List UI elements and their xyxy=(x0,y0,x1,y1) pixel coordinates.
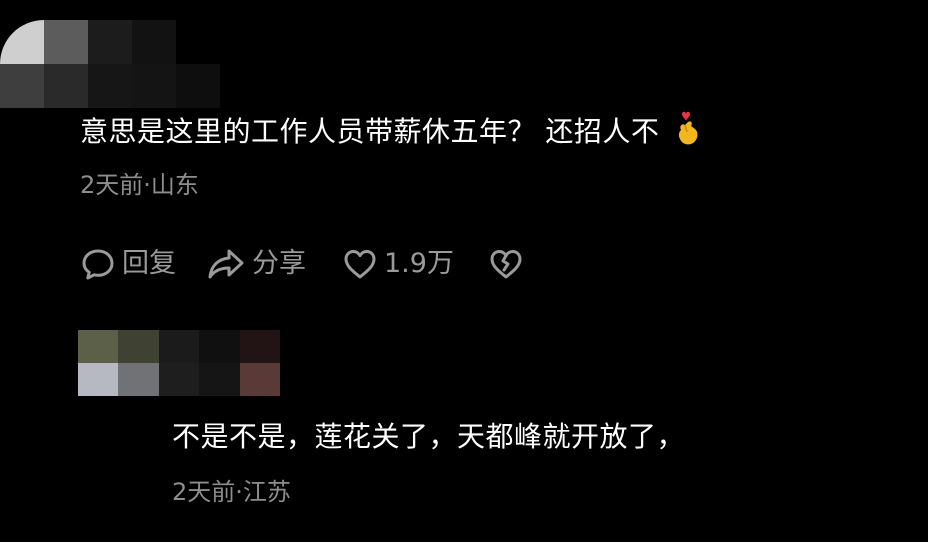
comment-1-text: 意思是这里的工作人员带薪休五年？ 还招人不 xyxy=(80,110,703,156)
comment-1-meta: 2天前·山东 xyxy=(80,171,199,199)
comment-1-actions: 回复 分享 1.9万 xyxy=(80,244,524,284)
dislike-button[interactable] xyxy=(488,246,524,282)
reply-button[interactable]: 回复 xyxy=(80,246,176,282)
heart-hand-icon xyxy=(673,110,703,156)
broken-heart-icon xyxy=(488,246,524,282)
reply-label: 回复 xyxy=(122,248,176,279)
avatar-1-mosaic xyxy=(0,20,220,108)
heart-icon xyxy=(342,246,378,282)
comment-2-meta: 2天前·江苏 xyxy=(172,478,291,506)
comment-bubble-icon xyxy=(80,246,116,282)
avatar-2-mosaic xyxy=(78,330,280,396)
like-button[interactable]: 1.9万 xyxy=(342,246,454,282)
comment-1-text-content: 意思是这里的工作人员带薪休五年？ 还招人不 xyxy=(80,115,660,148)
like-count: 1.9万 xyxy=(384,248,454,279)
share-arrow-icon xyxy=(206,246,246,282)
share-button[interactable]: 分享 xyxy=(206,246,306,282)
comment-2-text: 不是不是，莲花关了，天都峰就开放了， xyxy=(172,420,686,453)
share-label: 分享 xyxy=(252,248,306,279)
